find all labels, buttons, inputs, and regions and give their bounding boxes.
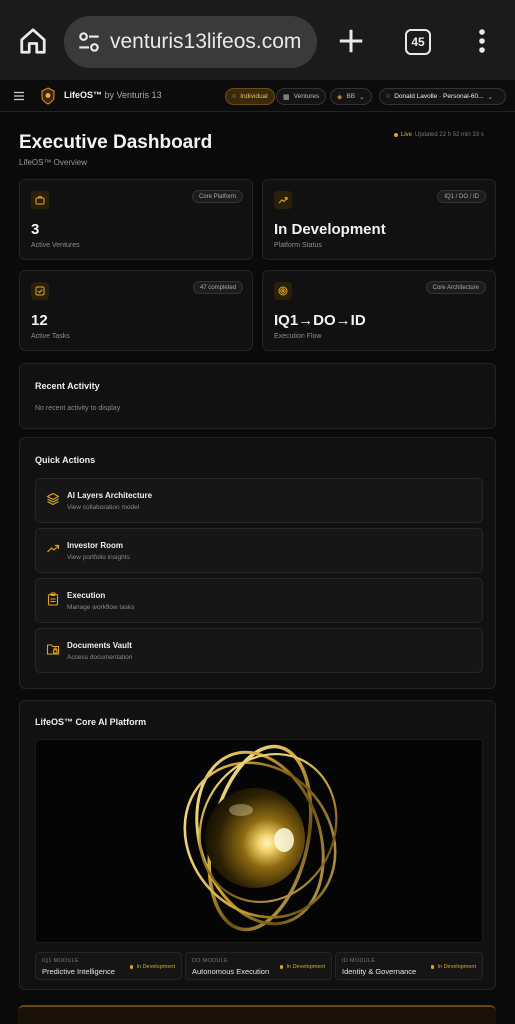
pill-label: BB — [346, 93, 356, 100]
status-dot-icon — [430, 965, 435, 969]
pill-label: Individual — [240, 93, 268, 100]
chevron-down-icon: ⌄ — [487, 93, 493, 101]
user-profile-selector[interactable]: ○ Donald Lavolle · Personal-60... ⌄ — [379, 88, 506, 105]
core-ai-platform-title: LifeOS™ Core AI Platform — [35, 717, 147, 727]
stat-value: IQ1→DO→ID — [274, 312, 366, 329]
stat-badge: IQ1 / DO / ID — [437, 190, 486, 203]
status-dot-icon — [129, 965, 134, 969]
brand-title[interactable]: LifeOS™ by Venturis 13 — [64, 90, 162, 100]
lifeos-logo-icon — [41, 87, 55, 105]
stat-label: Execution Flow — [274, 333, 322, 340]
module-kicker: ID MODULE — [342, 958, 376, 964]
live-label: Live — [401, 132, 413, 138]
module-kicker: DO MODULE — [192, 958, 229, 964]
quick-action-subtitle: View portfolio insights — [67, 554, 130, 561]
layers-icon — [46, 492, 60, 506]
user-icon: ○ — [386, 93, 391, 100]
home-icon[interactable] — [18, 26, 48, 56]
quick-action-documents-vault[interactable]: Documents Vault Access documentation — [35, 628, 483, 673]
quick-action-title: Investor Room — [67, 541, 124, 550]
quick-action-title: AI Layers Architecture — [67, 491, 153, 500]
stat-card-ventures[interactable]: Core Platform 3 Active Ventures — [19, 179, 253, 260]
trending-up-icon — [47, 544, 60, 553]
chevron-down-icon: ⌄ — [359, 93, 365, 101]
core-ai-platform-card: LifeOS™ Core AI Platform IQ1 MODULE Pred… — [19, 700, 496, 990]
quick-action-title: Documents Vault — [67, 641, 132, 650]
stat-label: Active Tasks — [31, 333, 70, 340]
stat-card-execution-flow[interactable]: Core Architecture IQ1→DO→ID Execution Fl… — [262, 270, 496, 351]
stat-value: In Development — [274, 221, 386, 238]
brand-name: LifeOS™ — [64, 90, 103, 100]
module-name: Identity & Governance — [342, 967, 417, 976]
briefcase-icon — [31, 191, 49, 209]
workspace-selector[interactable]: ◈ BB ⌄ — [330, 88, 372, 105]
gold-sphere-visualization[interactable] — [35, 739, 483, 943]
updated-time: Updated 22 h 52 min 33 s — [415, 132, 484, 138]
more-menu-icon[interactable] — [472, 26, 492, 56]
recent-activity-card: Recent Activity No recent activity to di… — [19, 363, 496, 429]
quick-action-subtitle: Manage workflow tasks — [67, 604, 135, 611]
live-dot-icon — [394, 133, 398, 137]
url-text[interactable]: venturis13lifeos.com — [110, 30, 301, 54]
stat-label: Platform Status — [274, 242, 322, 249]
quick-action-title: Execution — [67, 591, 106, 600]
recent-activity-empty: No recent activity to display — [35, 405, 121, 412]
building-icon: ▦ — [283, 93, 290, 101]
page-title: Executive Dashboard — [19, 132, 213, 153]
module-status-label: In Development — [437, 964, 476, 970]
quick-action-ai-layers[interactable]: AI Layers Architecture View collaboratio… — [35, 478, 483, 523]
stat-value: 3 — [31, 221, 40, 238]
module-status: In Development — [129, 964, 175, 970]
checkbox-icon — [31, 282, 49, 300]
live-status: Live Updated 22 h 52 min 33 s — [394, 132, 484, 138]
recent-activity-title: Recent Activity — [35, 381, 100, 391]
new-tab-icon[interactable] — [336, 26, 366, 56]
sphere-graphic — [183, 744, 338, 932]
module-iq1[interactable]: IQ1 MODULE Predictive Intelligence In De… — [35, 952, 182, 980]
module-name: Autonomous Execution — [192, 967, 270, 976]
next-section-edge — [18, 1005, 496, 1024]
browser-toolbar: venturis13lifeos.com 45 — [0, 0, 515, 80]
module-status: In Development — [279, 964, 325, 970]
module-name: Predictive Intelligence — [42, 967, 115, 976]
stat-card-platform-status[interactable]: IQ1 / DO / ID In Development Platform St… — [262, 179, 496, 260]
address-bar[interactable]: venturis13lifeos.com — [64, 16, 317, 68]
quick-action-execution[interactable]: Execution Manage workflow tasks — [35, 578, 483, 623]
quick-action-investor-room[interactable]: Investor Room View portfolio insights — [35, 528, 483, 573]
tab-switcher-button[interactable]: 45 — [405, 29, 431, 55]
quick-actions-card: Quick Actions AI Layers Architecture Vie… — [19, 437, 496, 689]
module-status: In Development — [430, 964, 476, 970]
folder-lock-icon — [46, 644, 60, 655]
stat-value: 12 — [31, 312, 48, 329]
stat-label: Active Ventures — [31, 242, 80, 249]
mode-individual-pill[interactable]: ○ Individual — [225, 88, 275, 105]
quick-actions-title: Quick Actions — [35, 455, 96, 465]
status-dot-icon — [279, 965, 284, 969]
clipboard-icon — [47, 592, 59, 606]
module-do[interactable]: DO MODULE Autonomous Execution In Develo… — [185, 952, 332, 980]
trending-up-icon — [274, 191, 292, 209]
module-status-label: In Development — [286, 964, 325, 970]
stat-card-tasks[interactable]: 47 completed 12 Active Tasks — [19, 270, 253, 351]
app-navbar: LifeOS™ by Venturis 13 ○ Individual ▦ Ve… — [0, 80, 515, 112]
stat-badge: Core Architecture — [425, 281, 486, 294]
pill-label: Ventures — [293, 93, 320, 100]
quick-action-subtitle: Access documentation — [67, 654, 133, 661]
stat-badge: Core Platform — [191, 190, 243, 203]
quick-action-subtitle: View collaboration model — [67, 504, 140, 511]
target-icon — [274, 282, 292, 300]
stat-badge: 47 completed — [192, 281, 243, 294]
tag-icon: ◈ — [337, 93, 343, 101]
module-id[interactable]: ID MODULE Identity & Governance In Devel… — [335, 952, 483, 980]
user-icon: ○ — [232, 93, 237, 100]
page-subtitle: LifeOS™ Overview — [19, 158, 88, 167]
module-status-label: In Development — [136, 964, 175, 970]
mode-ventures-pill[interactable]: ▦ Ventures — [276, 88, 327, 105]
brand-by: by Venturis 13 — [104, 90, 162, 100]
pill-label: Donald Lavolle · Personal-60... — [394, 93, 484, 100]
hamburger-menu-icon[interactable] — [13, 90, 25, 102]
module-kicker: IQ1 MODULE — [42, 958, 79, 964]
site-settings-icon[interactable] — [76, 29, 102, 55]
